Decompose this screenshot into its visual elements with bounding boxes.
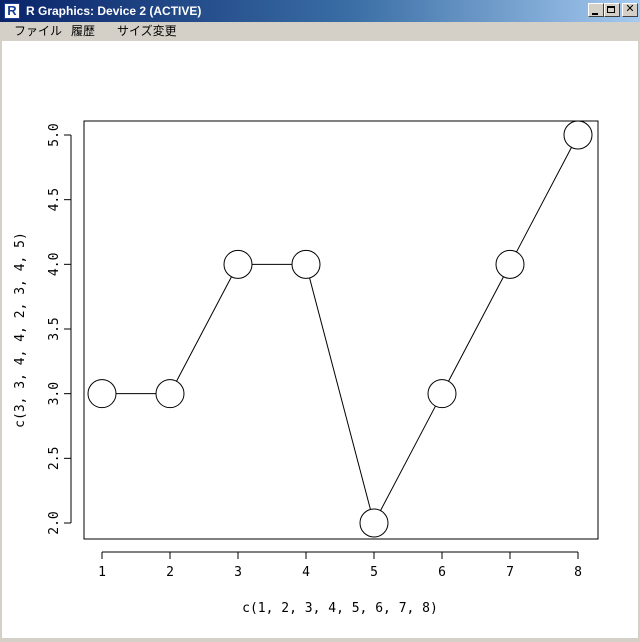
y-tick-label: 4.5 [47, 188, 62, 211]
data-point [427, 379, 457, 409]
x-axis-label: c(1, 2, 3, 4, 5, 6, 7, 8) [242, 601, 438, 616]
data-point [359, 508, 389, 538]
r-logo-icon: R [4, 3, 20, 19]
close-icon: ✕ [625, 2, 635, 15]
x-tick-label: 1 [98, 565, 106, 580]
x-tick-label: 6 [438, 565, 446, 580]
menu-file[interactable]: ファイル [14, 24, 62, 39]
x-tick-label: 4 [302, 565, 310, 580]
close-button[interactable]: ✕ [622, 2, 638, 17]
title-bar[interactable]: R R Graphics: Device 2 (ACTIVE) ✕ [0, 0, 640, 22]
y-tick-label: 5.0 [47, 123, 62, 146]
x-tick-label: 3 [234, 565, 242, 580]
y-tick-label: 3.5 [47, 317, 62, 340]
data-point [563, 120, 593, 150]
x-tick-label: 8 [574, 565, 582, 580]
plot-frame [83, 120, 599, 540]
data-point [87, 379, 117, 409]
maximize-button[interactable] [604, 3, 620, 17]
plot-canvas: 1 2 3 4 5 6 7 8 2.0 2.5 3.0 3.5 4.0 4.5 5.0 c(1, 2, 3, … [2, 41, 638, 638]
data-point [495, 249, 525, 279]
y-tick-label: 3.0 [47, 382, 62, 405]
menu-resize[interactable]: サイズ変更 [117, 24, 177, 39]
r-graphics-window: R R Graphics: Device 2 (ACTIVE) ✕ ファイル 履… [0, 0, 640, 640]
maximize-icon [607, 6, 615, 13]
series-line-segment [448, 276, 504, 382]
window-title: R Graphics: Device 2 (ACTIVE) [26, 4, 202, 18]
data-point [223, 249, 253, 279]
minimize-icon [592, 13, 598, 15]
series-line-segment [176, 276, 232, 382]
data-point [155, 379, 185, 409]
menu-bar: ファイル 履歴 サイズ変更 [0, 22, 640, 41]
y-tick-label: 4.0 [47, 253, 62, 276]
x-tick-label: 7 [506, 565, 514, 580]
y-tick-label: 2.5 [47, 447, 62, 470]
menu-history[interactable]: 履歴 [71, 24, 95, 39]
series-line-segment [309, 277, 371, 510]
y-axis-label: c(3, 3, 4, 4, 2, 3, 4, 5) [13, 232, 28, 428]
data-point [291, 249, 321, 279]
series-line-segment [516, 147, 572, 253]
line-plot: 1 2 3 4 5 6 7 8 2.0 2.5 3.0 3.5 4.0 4.5 5.0 c(1, 2, 3, … [13, 120, 599, 616]
minimize-button[interactable] [588, 3, 604, 17]
y-tick-label: 2.0 [47, 511, 62, 534]
x-tick-label: 2 [166, 565, 174, 580]
series-line-segment [380, 405, 436, 511]
x-tick-label: 5 [370, 565, 378, 580]
